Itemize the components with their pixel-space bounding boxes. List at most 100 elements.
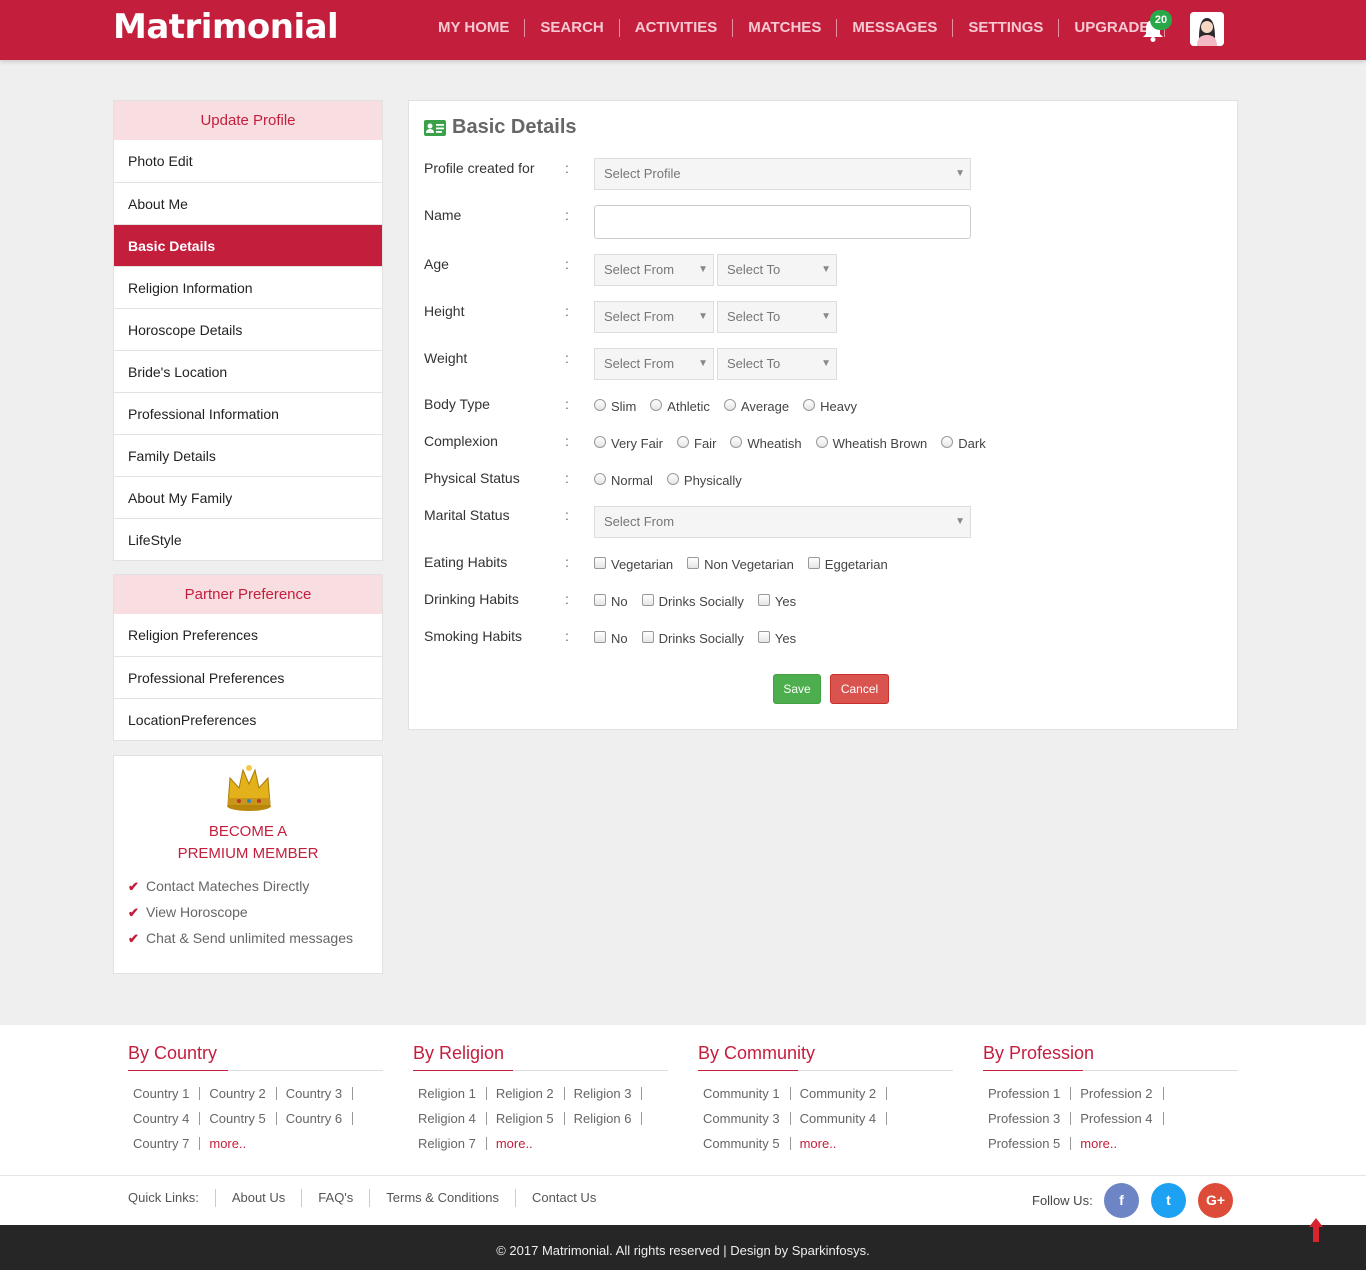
footer-link-country-7[interactable]: Country 7 <box>128 1137 201 1150</box>
footer-link-community-1[interactable]: Community 1 <box>698 1087 791 1100</box>
height-from-select[interactable]: Select From ▼ <box>594 301 714 333</box>
sidebar-item-professional-preferences[interactable]: Professional Preferences <box>114 656 382 698</box>
nav-matches[interactable]: MATCHES <box>733 19 838 37</box>
footer-link-profession-5[interactable]: Profession 5 <box>983 1137 1072 1150</box>
checkbox[interactable] <box>641 593 654 606</box>
sidebar-item-professional-information[interactable]: Professional Information <box>114 392 382 434</box>
footer-link-religion-3[interactable]: Religion 3 <box>569 1087 643 1100</box>
checkbox[interactable] <box>687 556 700 569</box>
checkbox[interactable] <box>594 593 606 606</box>
radio-button[interactable] <box>803 398 816 411</box>
sidebar-item-about-my-family[interactable]: About My Family <box>114 476 382 518</box>
footer-more-link[interactable]: more.. <box>491 1137 543 1150</box>
checkbox-eggetarian[interactable]: Eggetarian <box>807 556 888 572</box>
nav-activities[interactable]: ACTIVITIES <box>620 19 734 37</box>
radio-button[interactable] <box>594 398 606 411</box>
checkbox[interactable] <box>594 556 606 569</box>
weight-from-select[interactable]: Select From ▼ <box>594 348 714 380</box>
radio-normal[interactable]: Normal <box>594 472 653 488</box>
footer-link-community-4[interactable]: Community 4 <box>795 1112 888 1125</box>
footer-link-profession-2[interactable]: Profession 2 <box>1075 1087 1164 1100</box>
footer-link-country-5[interactable]: Country 5 <box>204 1112 277 1125</box>
radio-slim[interactable]: Slim <box>594 398 636 414</box>
radio-very-fair[interactable]: Very Fair <box>594 435 663 451</box>
quick-link-contact-us[interactable]: Contact Us <box>515 1189 612 1207</box>
footer-link-country-4[interactable]: Country 4 <box>128 1112 201 1125</box>
footer-more-link[interactable]: more.. <box>1075 1137 1127 1150</box>
sidebar-item-lifestyle[interactable]: LifeStyle <box>114 518 382 560</box>
footer-link-community-2[interactable]: Community 2 <box>795 1087 888 1100</box>
footer-link-religion-5[interactable]: Religion 5 <box>491 1112 565 1125</box>
quick-link-about-us[interactable]: About Us <box>214 1189 301 1207</box>
footer-more-link[interactable]: more.. <box>795 1137 847 1150</box>
sidebar-item-about-me[interactable]: About Me <box>114 182 382 224</box>
checkbox[interactable] <box>594 630 606 643</box>
sidebar-item-bride-s-location[interactable]: Bride's Location <box>114 350 382 392</box>
footer-link-religion-7[interactable]: Religion 7 <box>413 1137 487 1150</box>
footer-link-profession-4[interactable]: Profession 4 <box>1075 1112 1164 1125</box>
footer-link-religion-6[interactable]: Religion 6 <box>569 1112 643 1125</box>
radio-dark[interactable]: Dark <box>941 435 986 451</box>
checkbox-vegetarian[interactable]: Vegetarian <box>594 556 673 572</box>
checkbox[interactable] <box>807 556 820 569</box>
sidebar-item-photo-edit[interactable]: Photo Edit <box>114 140 382 182</box>
checkbox-yes[interactable]: Yes <box>757 593 796 609</box>
back-to-top-arrow-icon[interactable] <box>1309 1218 1323 1242</box>
name-input[interactable] <box>594 205 971 239</box>
footer-link-country-6[interactable]: Country 6 <box>281 1112 354 1125</box>
radio-wheatish[interactable]: Wheatish <box>730 435 802 451</box>
sidebar-item-basic-details[interactable]: Basic Details <box>114 224 382 266</box>
user-avatar[interactable] <box>1190 12 1224 46</box>
nav-messages[interactable]: MESSAGES <box>837 19 954 37</box>
footer-link-community-3[interactable]: Community 3 <box>698 1112 791 1125</box>
radio-button[interactable] <box>594 472 606 485</box>
footer-link-country-3[interactable]: Country 3 <box>281 1087 354 1100</box>
radio-button[interactable] <box>594 435 606 448</box>
checkbox-drinks-socially[interactable]: Drinks Socially <box>641 630 744 646</box>
nav-my-home[interactable]: MY HOME <box>423 19 526 37</box>
height-to-select[interactable]: Select To ▼ <box>717 301 837 333</box>
footer-link-profession-1[interactable]: Profession 1 <box>983 1087 1072 1100</box>
radio-heavy[interactable]: Heavy <box>803 398 857 414</box>
profile-created-select[interactable]: Select Profile ▼ <box>594 158 971 190</box>
age-to-select[interactable]: Select To ▼ <box>717 254 837 286</box>
footer-link-religion-4[interactable]: Religion 4 <box>413 1112 487 1125</box>
radio-button[interactable] <box>815 435 828 448</box>
radio-button[interactable] <box>666 472 679 485</box>
facebook-icon[interactable]: f <box>1104 1183 1139 1218</box>
sidebar-item-locationpreferences[interactable]: LocationPreferences <box>114 698 382 740</box>
google-plus-icon[interactable]: G+ <box>1198 1183 1233 1218</box>
footer-link-country-2[interactable]: Country 2 <box>204 1087 277 1100</box>
nav-search[interactable]: SEARCH <box>525 19 620 37</box>
radio-physically[interactable]: Physically <box>666 472 742 488</box>
radio-button[interactable] <box>677 435 690 448</box>
radio-button[interactable] <box>730 435 743 448</box>
sidebar-item-horoscope-details[interactable]: Horoscope Details <box>114 308 382 350</box>
radio-athletic[interactable]: Athletic <box>650 398 710 414</box>
sidebar-item-family-details[interactable]: Family Details <box>114 434 382 476</box>
footer-link-religion-1[interactable]: Religion 1 <box>413 1087 487 1100</box>
checkbox-yes[interactable]: Yes <box>757 630 796 646</box>
footer-more-link[interactable]: more.. <box>204 1137 256 1150</box>
checkbox[interactable] <box>757 630 770 643</box>
checkbox-no[interactable]: No <box>594 630 628 646</box>
weight-to-select[interactable]: Select To ▼ <box>717 348 837 380</box>
site-logo[interactable]: Matrimonial <box>113 7 339 47</box>
checkbox-no[interactable]: No <box>594 593 628 609</box>
footer-link-country-1[interactable]: Country 1 <box>128 1087 201 1100</box>
sidebar-item-religion-preferences[interactable]: Religion Preferences <box>114 614 382 656</box>
footer-link-religion-2[interactable]: Religion 2 <box>491 1087 565 1100</box>
twitter-icon[interactable]: t <box>1151 1183 1186 1218</box>
checkbox-non-vegetarian[interactable]: Non Vegetarian <box>687 556 794 572</box>
age-from-select[interactable]: Select From ▼ <box>594 254 714 286</box>
quick-link-faq-s[interactable]: FAQ's <box>301 1189 369 1207</box>
checkbox-drinks-socially[interactable]: Drinks Socially <box>641 593 744 609</box>
radio-average[interactable]: Average <box>723 398 789 414</box>
footer-link-profession-3[interactable]: Profession 3 <box>983 1112 1072 1125</box>
radio-wheatish-brown[interactable]: Wheatish Brown <box>815 435 927 451</box>
marital-status-select[interactable]: Select From ▼ <box>594 506 971 538</box>
sidebar-item-religion-information[interactable]: Religion Information <box>114 266 382 308</box>
radio-button[interactable] <box>941 435 954 448</box>
nav-settings[interactable]: SETTINGS <box>953 19 1060 37</box>
radio-button[interactable] <box>723 398 736 411</box>
